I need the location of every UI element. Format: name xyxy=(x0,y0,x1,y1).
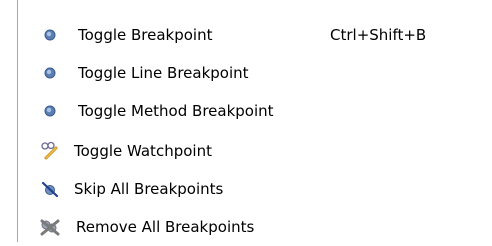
menu-item-remove-all-breakpoints[interactable]: Remove All Breakpoints xyxy=(18,208,492,246)
watchpoint-glasses-icon xyxy=(40,141,60,161)
menu-item-label: Skip All Breakpoints xyxy=(74,180,224,198)
breakpoint-dot-icon xyxy=(40,63,60,83)
breakpoint-dot-icon xyxy=(40,25,60,45)
menu-item-toggle-watchpoint[interactable]: Toggle Watchpoint xyxy=(18,132,492,170)
menu-item-label: Toggle Method Breakpoint xyxy=(78,102,274,120)
menu-item-label: Toggle Breakpoint xyxy=(78,26,213,44)
menu-item-label: Remove All Breakpoints xyxy=(76,218,255,236)
breakpoint-dot-icon xyxy=(40,101,60,121)
menu-item-label: Toggle Line Breakpoint xyxy=(78,64,249,82)
menu-item-skip-all-breakpoints[interactable]: Skip All Breakpoints xyxy=(18,170,492,208)
remove-breakpoints-icon xyxy=(38,217,62,237)
menu-item-label: Toggle Watchpoint xyxy=(74,142,212,160)
menu-item-toggle-line-breakpoint[interactable]: Toggle Line Breakpoint xyxy=(18,54,492,92)
menu-item-shortcut: Ctrl+Shift+B xyxy=(330,26,427,44)
debug-context-menu: Toggle Breakpoint Ctrl+Shift+B Toggle Li… xyxy=(17,0,492,242)
menu-item-toggle-breakpoint[interactable]: Toggle Breakpoint Ctrl+Shift+B xyxy=(18,16,492,54)
menu-item-toggle-method-breakpoint[interactable]: Toggle Method Breakpoint xyxy=(18,92,492,130)
skip-breakpoints-icon xyxy=(40,179,60,199)
